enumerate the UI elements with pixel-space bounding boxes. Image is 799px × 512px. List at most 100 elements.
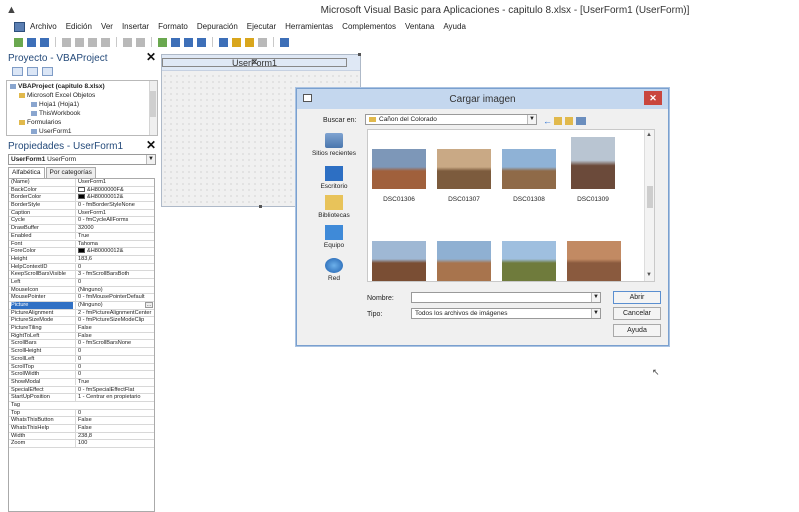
place-computer[interactable]: Equipo <box>305 225 363 249</box>
property-value[interactable]: 0 - fmSpecialEffectFlat <box>75 386 153 394</box>
chevron-up-icon[interactable]: ▲ <box>646 132 652 138</box>
property-row[interactable]: ShowModal True <box>9 378 154 387</box>
property-row[interactable]: Enabled True <box>9 232 154 241</box>
property-row[interactable]: PictureAlignment 2 - fmPictureAlignmentCe… <box>9 309 154 318</box>
property-row[interactable]: PictureSizeMode 0 - fmPictureSizeModeClip <box>9 317 154 326</box>
property-row[interactable]: ScrollHeight 0 <box>9 348 154 356</box>
property-value[interactable]: &H80000012& <box>75 194 153 201</box>
tree-node-formularios[interactable]: Formularios <box>19 119 61 126</box>
find-icon[interactable] <box>101 37 110 47</box>
property-value[interactable]: 183,6 <box>75 255 153 263</box>
property-value[interactable]: 0 <box>75 348 153 355</box>
property-value[interactable]: Tahoma <box>75 240 153 248</box>
reset-icon[interactable] <box>184 37 193 47</box>
view-object-icon[interactable] <box>27 67 38 76</box>
tab-alfabetica[interactable]: Alfabética <box>8 167 45 178</box>
tree-node-excel-objects[interactable]: Microsoft Excel Objetos <box>19 92 95 99</box>
scrollbar-thumb[interactable] <box>647 186 653 208</box>
mdi-window-icon[interactable] <box>14 22 25 32</box>
back-arrow-icon[interactable]: ← <box>543 117 552 126</box>
property-row[interactable]: WhatsThisButton False <box>9 417 154 425</box>
menu-ventana[interactable]: Ventana <box>405 22 434 31</box>
tree-node-thisworkbook[interactable]: ThisWorkbook <box>31 110 80 117</box>
property-value[interactable]: 2 - fmPictureAlignmentCenter <box>75 309 153 317</box>
view-menu-icon[interactable] <box>576 117 586 125</box>
close-icon[interactable]: ✕ <box>162 58 347 67</box>
property-value[interactable]: 0 - fmScrollBarsNone <box>75 340 153 348</box>
filename-input[interactable]: ▼ <box>411 292 601 303</box>
property-row[interactable]: Tag <box>9 402 154 410</box>
tree-scrollbar[interactable] <box>149 81 157 135</box>
menu-herramientas[interactable]: Herramientas <box>285 22 333 31</box>
property-value[interactable]: &H80000012& <box>75 248 153 255</box>
project-explorer-icon[interactable] <box>219 37 228 47</box>
design-mode-icon[interactable] <box>197 37 206 47</box>
close-button[interactable]: ✕ <box>644 91 662 105</box>
property-row[interactable]: BorderColor &H80000012& <box>9 194 154 203</box>
property-value[interactable]: 0 <box>75 371 153 378</box>
help-icon[interactable] <box>280 37 289 47</box>
place-network[interactable]: Red <box>305 258 363 282</box>
close-icon[interactable]: ✕ <box>146 50 156 64</box>
property-row[interactable]: Picture (Ninguno)… <box>9 302 154 310</box>
view-excel-icon[interactable] <box>14 37 23 47</box>
property-value[interactable]: 0 <box>75 355 153 363</box>
property-value[interactable]: 3 - fmScrollBarsBoth <box>75 271 153 278</box>
property-value[interactable]: 100 <box>75 440 153 447</box>
tree-node-hoja1[interactable]: Hoja1 (Hoja1) <box>31 101 79 108</box>
menu-complementos[interactable]: Complementos <box>342 22 396 31</box>
break-icon[interactable] <box>171 37 180 47</box>
property-row[interactable]: BackColor &H8000000F& <box>9 186 154 195</box>
new-folder-icon[interactable] <box>565 117 573 125</box>
copy-icon[interactable] <box>75 37 84 47</box>
menu-depuracion[interactable]: Depuración <box>197 22 238 31</box>
paste-icon[interactable] <box>88 37 97 47</box>
property-value[interactable]: 0 - fmCycleAllForms <box>75 217 153 225</box>
properties-window-icon[interactable] <box>232 37 241 47</box>
toggle-folders-icon[interactable] <box>42 67 53 76</box>
close-icon[interactable]: ✕ <box>146 138 156 152</box>
property-value[interactable]: 0 <box>75 363 153 371</box>
property-value[interactable]: 238,8 <box>75 432 153 440</box>
menu-edicion[interactable]: Edición <box>66 22 92 31</box>
property-row[interactable]: ScrollLeft 0 <box>9 355 154 364</box>
up-folder-icon[interactable] <box>554 117 562 125</box>
ellipsis-button[interactable]: … <box>145 302 153 308</box>
property-value[interactable]: False <box>75 417 153 424</box>
property-value[interactable]: 0 <box>75 409 153 417</box>
property-value[interactable]: True <box>75 378 153 386</box>
view-code-icon[interactable] <box>12 67 23 76</box>
property-row[interactable]: HelpContextID 0 <box>9 263 154 272</box>
property-row[interactable]: MouseIcon (Ninguno) <box>9 286 154 295</box>
cut-icon[interactable] <box>62 37 71 47</box>
property-row[interactable]: ForeColor &H80000012& <box>9 248 154 256</box>
property-row[interactable]: DrawBuffer 32000 <box>9 225 154 233</box>
property-row[interactable]: KeepScrollBarsVisible 3 - fmScrollBarsBot… <box>9 271 154 279</box>
property-row[interactable]: Left 0 <box>9 278 154 287</box>
tree-node-vbaproject[interactable]: VBAProject (capitulo 8.xlsx) <box>10 83 105 90</box>
object-browser-icon[interactable] <box>245 37 254 47</box>
filetype-select[interactable]: Todos los archivos de imágenes ▼ <box>411 308 601 319</box>
open-button[interactable]: Abrir <box>613 291 661 304</box>
property-value[interactable]: UserForm1 <box>75 209 153 217</box>
property-row[interactable]: WhatsThisHelp False <box>9 425 154 433</box>
object-selector[interactable]: UserForm1 UserForm ▼ <box>8 154 156 165</box>
menu-ejecutar[interactable]: Ejecutar <box>247 22 276 31</box>
property-row[interactable]: Cycle 0 - fmCycleAllForms <box>9 217 154 226</box>
tab-por-categorias[interactable]: Por categorías <box>45 167 96 178</box>
toolbox-icon[interactable] <box>258 37 267 47</box>
property-row[interactable]: (Name) UserForm1 <box>9 179 154 187</box>
property-value[interactable]: 32000 <box>75 225 153 232</box>
menu-formato[interactable]: Formato <box>158 22 188 31</box>
run-icon[interactable] <box>158 37 167 47</box>
property-value[interactable]: False <box>75 325 153 332</box>
property-row[interactable]: ScrollBars 0 - fmScrollBarsNone <box>9 340 154 349</box>
property-row[interactable]: Height 183,6 <box>9 255 154 264</box>
property-value[interactable]: 0 - fmMousePointerDefault <box>75 294 153 301</box>
insert-userform-icon[interactable] <box>27 37 36 47</box>
property-row[interactable]: ScrollWidth 0 <box>9 371 154 379</box>
tree-node-userform1[interactable]: UserForm1 <box>31 128 72 135</box>
property-row[interactable]: Zoom 100 <box>9 440 154 449</box>
scrollbar-thumb[interactable] <box>150 91 156 117</box>
property-value[interactable]: &H8000000F& <box>75 186 153 194</box>
